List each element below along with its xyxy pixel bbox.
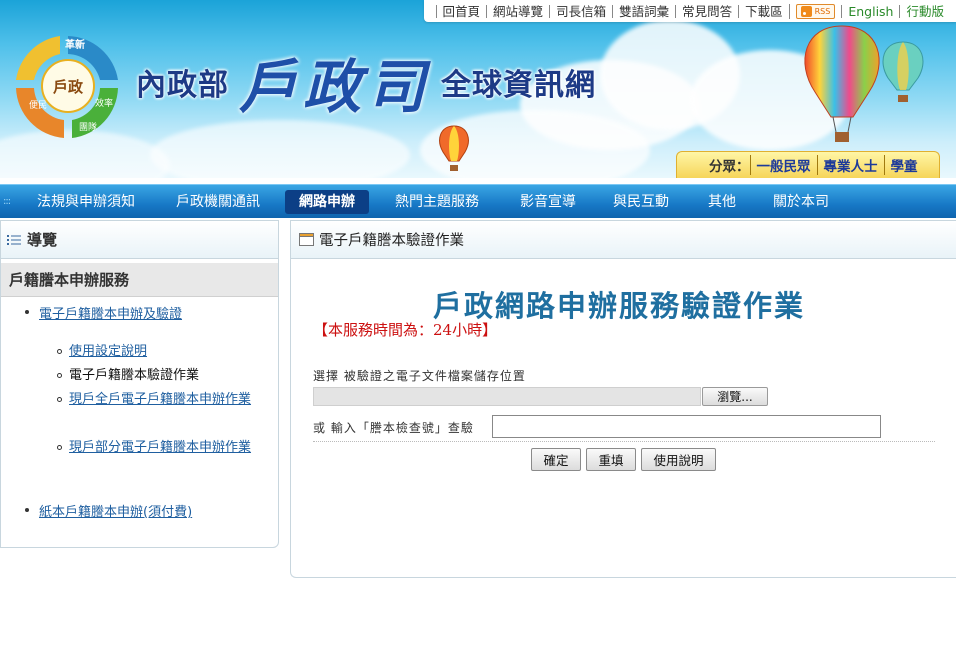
sidebar-link-full-household[interactable]: 現戶全戶電子戶籍謄本申辦作業	[69, 388, 257, 412]
bilingual-glossary-link[interactable]: 雙語詞彙	[612, 4, 675, 18]
english-link[interactable]: English	[841, 4, 899, 18]
mobile-version-link[interactable]: 行動版	[899, 4, 950, 18]
household-registration-logo[interactable]: 戶政 革新 效率 便民 團隊	[8, 30, 128, 145]
sitemap-link[interactable]: 網站導覽	[486, 4, 549, 18]
bullet-icon	[25, 310, 29, 314]
rss-separator: RSS	[788, 3, 842, 19]
sidebar: 導覽 戶籍謄本申辦服務 電子戶籍謄本申辦及驗證 使用設定說明 電子戶籍謄本驗證作…	[0, 220, 279, 548]
check-number-label: 或 輸入「謄本檢查號」查驗	[313, 421, 474, 435]
category-general-public[interactable]: 一般民眾	[749, 155, 817, 175]
main-content: 電子戶籍謄本驗證作業 戶政網路申辦服務驗證作業 【本服務時間為：24小時】 選擇…	[290, 220, 956, 578]
circle-bullet-icon	[57, 349, 62, 354]
sidebar-item-paper-transcript: 紙本戶籍謄本申辦(須付費)	[25, 501, 265, 525]
cloud-decoration	[150, 120, 410, 178]
sidebar-section-title: 戶籍謄本申辦服務	[1, 263, 278, 297]
nav-public-interaction[interactable]: 與民互動	[599, 190, 683, 214]
browse-button[interactable]: 瀏覽...	[702, 387, 768, 406]
site-title-portal: 全球資訊網	[441, 68, 597, 103]
download-link[interactable]: 下載區	[738, 4, 789, 18]
rss-icon	[800, 5, 812, 17]
sidebar-subitem-full-household: 現戶全戶電子戶籍謄本申辦作業	[57, 388, 257, 412]
sidebar-subitem-partial-household: 現戶部分電子戶籍謄本申辦作業	[57, 436, 257, 460]
rss-link[interactable]: RSS	[795, 3, 836, 19]
window-icon	[299, 233, 314, 246]
sidebar-current-page: 電子戶籍謄本驗證作業	[69, 368, 200, 383]
home-link[interactable]: 回首頁	[435, 4, 487, 18]
circle-bullet-icon	[57, 373, 62, 378]
sidebar-link-partial-household[interactable]: 現戶部分電子戶籍謄本申辦作業	[69, 436, 257, 460]
category-children[interactable]: 學童	[883, 155, 924, 175]
sidebar-header: 導覽	[1, 221, 278, 259]
nav-other[interactable]: 其他	[694, 190, 750, 214]
circle-bullet-icon	[57, 397, 62, 402]
nav-online-application[interactable]: 網路申辦	[285, 190, 369, 214]
sidebar-link-paper-transcript[interactable]: 紙本戶籍謄本申辦(須付費)	[39, 501, 192, 525]
hot-air-balloon-icon	[882, 41, 924, 102]
main-navigation: ::: 法規與申辦須知 戶政機關通訊 網路申辦 熱門主題服務 影音宣導 與民互動…	[0, 184, 956, 218]
service-hours-notice: 【本服務時間為：24小時】	[313, 321, 498, 339]
nav-popular-topics[interactable]: 熱門主題服務	[381, 190, 493, 214]
sidebar-link-electronic-transcript[interactable]: 電子戶籍謄本申辦及驗證	[39, 303, 182, 327]
sidebar-subitem-verification: 電子戶籍謄本驗證作業	[57, 364, 257, 388]
reset-button[interactable]: 重填	[586, 448, 636, 471]
nav-about[interactable]: 關於本司	[759, 190, 843, 214]
sidebar-link-setup-guide[interactable]: 使用設定說明	[69, 340, 257, 364]
sidebar-item-electronic-transcript: 電子戶籍謄本申辦及驗證	[25, 303, 265, 327]
site-title-ministry: 內政部	[136, 68, 229, 103]
hot-air-balloon-icon	[439, 125, 469, 171]
category-label: 分眾：	[709, 159, 750, 175]
logo-right-text: 效率	[95, 97, 113, 109]
nav-office-directory[interactable]: 戶政機關通訊	[162, 190, 274, 214]
audience-category-bar: 分眾： 一般民眾 專業人士 學童	[676, 151, 940, 178]
divider	[313, 441, 935, 442]
file-select-label: 選擇 被驗證之電子文件檔案儲存位置	[313, 369, 526, 383]
logo-top-text: 革新	[65, 38, 85, 51]
site-title[interactable]: 內政部 戶政司 全球資訊網	[136, 40, 596, 124]
rss-label: RSS	[814, 6, 831, 16]
category-professionals[interactable]: 專業人士	[816, 155, 884, 175]
hot-air-balloon-icon	[804, 25, 880, 142]
logo-center-text: 戶政	[53, 78, 84, 96]
top-utility-links: 回首頁 網站導覽 司長信箱 雙語詞彙 常見問答 下載區 RSS English …	[423, 0, 956, 22]
nav-video-promotion[interactable]: 影音宣導	[506, 190, 590, 214]
check-number-input[interactable]	[492, 415, 881, 438]
logo-bottom-text: 團隊	[79, 121, 97, 133]
nav-grip-icon: :::	[3, 196, 11, 207]
main-header: 電子戶籍謄本驗證作業	[291, 221, 956, 259]
file-path-field[interactable]	[313, 387, 701, 406]
sidebar-subitem-setup-guide: 使用設定說明	[57, 340, 257, 364]
logo-left-text: 便民	[29, 99, 47, 111]
confirm-button[interactable]: 確定	[531, 448, 581, 471]
help-button[interactable]: 使用說明	[641, 448, 716, 471]
site-header: 回首頁 網站導覽 司長信箱 雙語詞彙 常見問答 下載區 RSS English …	[0, 0, 956, 178]
site-title-department: 戶政司	[239, 53, 432, 121]
list-icon	[7, 234, 21, 245]
director-mailbox-link[interactable]: 司長信箱	[549, 4, 612, 18]
sidebar-title: 導覽	[27, 231, 58, 249]
faq-link[interactable]: 常見問答	[675, 4, 738, 18]
circle-bullet-icon	[57, 445, 62, 450]
nav-regulations[interactable]: 法規與申辦須知	[23, 190, 149, 214]
main-header-title: 電子戶籍謄本驗證作業	[319, 233, 464, 249]
bullet-icon	[25, 508, 29, 512]
